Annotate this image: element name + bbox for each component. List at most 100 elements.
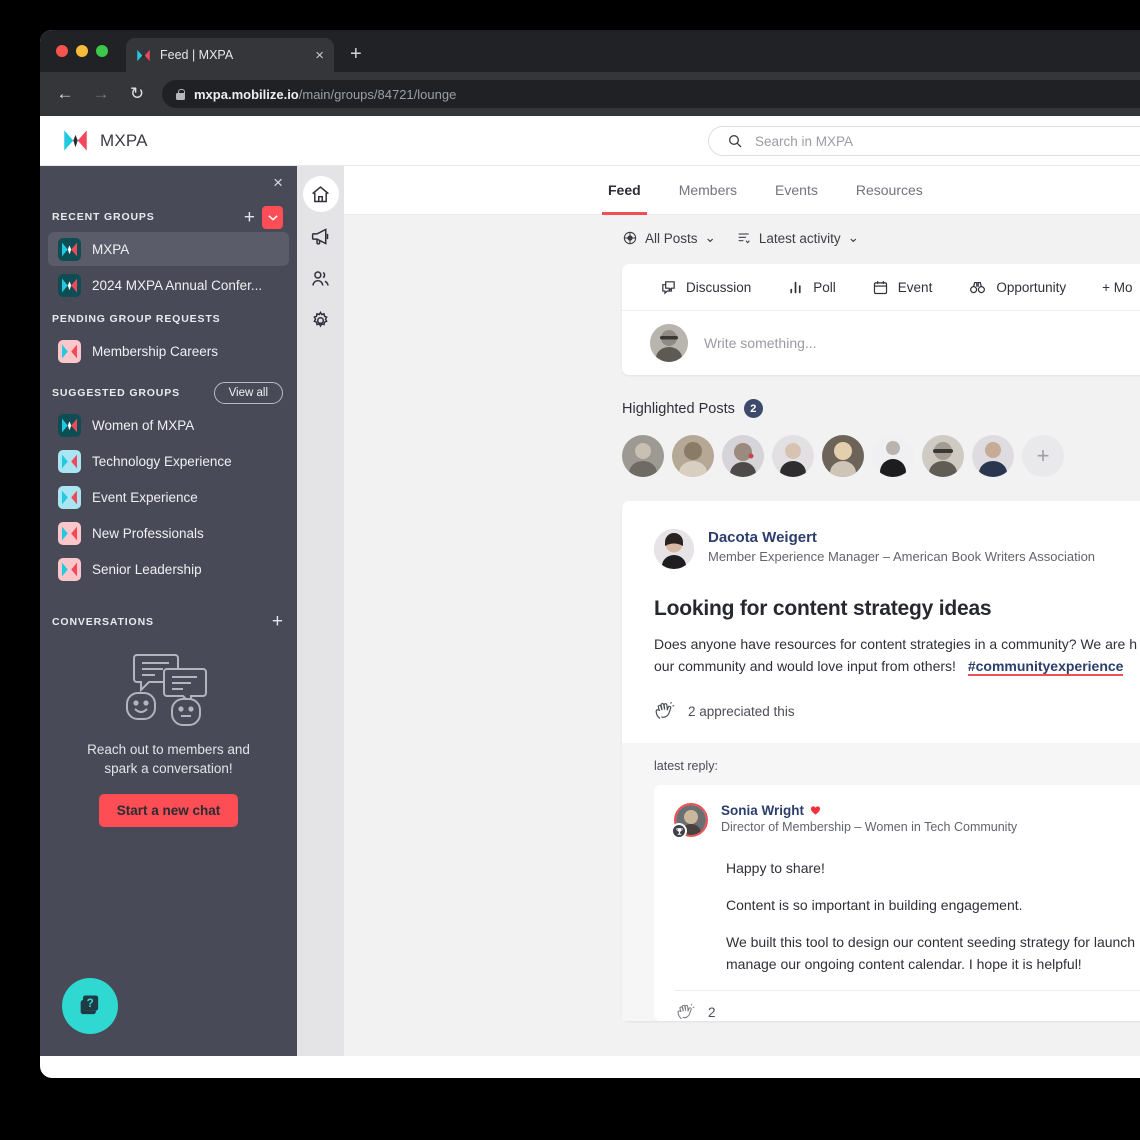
avatar[interactable] (772, 435, 814, 477)
recent-groups-dropdown-button[interactable] (262, 205, 283, 229)
close-tab-icon[interactable]: × (315, 48, 324, 63)
avatar[interactable] (872, 435, 914, 477)
highlighted-posts-count: 2 (743, 399, 763, 418)
reload-button[interactable]: ↻ (126, 84, 148, 104)
sidebar-item-event-experience[interactable]: Event Experience (48, 480, 289, 514)
calendar-icon (873, 280, 887, 294)
composer-type-label: Opportunity (996, 279, 1067, 295)
add-highlighted-post-button[interactable]: + (1022, 435, 1064, 477)
avatar[interactable] (622, 435, 664, 477)
search-box[interactable]: Search in MXPA (708, 126, 1140, 156)
help-question-icon: ? (80, 995, 99, 1015)
rail-item-announcements[interactable] (303, 218, 339, 254)
filter-latest-activity[interactable]: Latest activity ⌄ (736, 230, 859, 246)
close-sidebar-icon[interactable]: × (273, 174, 283, 191)
avatar[interactable] (972, 435, 1014, 477)
composer-type-opportunity[interactable]: Opportunity (968, 279, 1066, 296)
composer-type-event[interactable]: Event (872, 279, 932, 296)
filter-label: Latest activity (758, 230, 841, 246)
group-name: Event Experience (92, 489, 198, 505)
help-button[interactable]: ? (62, 978, 118, 1034)
add-group-button[interactable]: + (244, 208, 255, 227)
sidebar: × RECENT GROUPS + MXPA 2024 MXPA Annual … (40, 166, 297, 1056)
recent-groups-header: RECENT GROUPS + (40, 205, 297, 229)
post-author-role: Member Experience Manager – American Boo… (708, 549, 1096, 564)
tab-resources[interactable]: Resources (856, 166, 923, 215)
maximize-window-button[interactable] (96, 45, 108, 57)
rail-item-settings[interactable] (303, 302, 339, 338)
minimize-window-button[interactable] (76, 45, 88, 57)
tab-members[interactable]: Members (679, 166, 737, 215)
icon-rail (297, 166, 344, 1056)
sidebar-item-technology-experience[interactable]: Technology Experience (48, 444, 289, 478)
composer-more-button[interactable]: + Mo (1102, 280, 1132, 295)
svg-text:?: ? (87, 997, 94, 1010)
new-tab-button[interactable]: + (350, 43, 362, 66)
current-user-avatar[interactable] (650, 324, 688, 362)
suggested-groups-title: SUGGESTED GROUPS (52, 387, 180, 399)
tab-feed[interactable]: Feed (602, 166, 647, 215)
group-name: New Professionals (92, 525, 204, 541)
address-bar[interactable]: mxpa.mobilize.io/main/groups/84721/loung… (162, 80, 1140, 108)
composer-type-label: Poll (813, 279, 836, 295)
sidebar-item-mxpa[interactable]: MXPA (48, 232, 289, 266)
clap-icon (677, 1003, 695, 1020)
sidebar-item-senior-leadership[interactable]: Senior Leadership (48, 552, 289, 586)
post-author-row: Dacota Weigert Member Experience Manager… (654, 529, 1140, 569)
avatar[interactable] (822, 435, 864, 477)
pending-groups-header: PENDING GROUP REQUESTS (40, 308, 297, 330)
post-composer-card: Discussion Poll Event Opportunity + Mo W… (622, 264, 1140, 375)
composer-input-row: Write something... (622, 311, 1140, 375)
back-button[interactable]: ← (54, 84, 76, 104)
url-path: /main/groups/84721/lounge (298, 86, 457, 102)
url-domain: mxpa.mobilize.io (194, 86, 299, 102)
post-appreciated-count[interactable]: 2 appreciated this (688, 704, 795, 719)
brand-logo[interactable]: MXPA (40, 127, 340, 154)
forward-button[interactable]: → (90, 84, 112, 104)
composer-type-label: Discussion (686, 279, 752, 295)
rail-item-home[interactable] (302, 176, 339, 212)
pending-groups-title: PENDING GROUP REQUESTS (52, 313, 221, 325)
sidebar-item-2024-mxpa-annual-conference[interactable]: 2024 MXPA Annual Confer... (48, 268, 289, 302)
start-new-chat-button[interactable]: Start a new chat (98, 794, 239, 827)
post-author-name[interactable]: Dacota Weigert (708, 529, 1095, 546)
post-hashtag[interactable]: #communityexperience (967, 658, 1124, 676)
filter-all-posts[interactable]: All Posts ⌄ (622, 230, 716, 246)
sidebar-item-women-of-mxpa[interactable]: Women of MXPA (48, 408, 289, 442)
search-input[interactable]: Search in MXPA (755, 134, 853, 149)
search-icon (729, 135, 742, 148)
tab-title: Feed | MXPA (160, 48, 234, 62)
post-title: Looking for content strategy ideas (654, 597, 992, 620)
brand-name: MXPA (100, 130, 148, 150)
composer-type-discussion[interactable]: Discussion (660, 279, 751, 296)
conversations-header: CONVERSATIONS + (40, 612, 297, 631)
reply-author-avatar[interactable] (671, 803, 708, 839)
reply-appreciation-row: 2 (674, 990, 1140, 1021)
reply-author-row: Sonia Wright Director of Membership – Wo… (671, 803, 1140, 839)
group-tile-icon (58, 413, 81, 437)
new-conversation-button[interactable]: + (272, 612, 283, 631)
search-container: Search in MXPA (708, 126, 1140, 156)
avatar[interactable] (672, 435, 714, 477)
close-window-button[interactable] (56, 45, 68, 57)
mxpa-logo-icon (137, 49, 150, 61)
composer-text-input[interactable]: Write something... (704, 335, 817, 351)
sidebar-item-membership-careers[interactable]: Membership Careers (48, 334, 289, 368)
avatar[interactable] (922, 435, 964, 477)
browser-tabstrip: Feed | MXPA × + (40, 30, 1140, 72)
view-all-button[interactable]: View all (213, 382, 283, 404)
composer-type-tabs: Discussion Poll Event Opportunity + Mo (622, 264, 1140, 311)
group-name: MXPA (92, 241, 130, 257)
composer-type-poll[interactable]: Poll (787, 279, 836, 296)
browser-tab[interactable]: Feed | MXPA × (126, 38, 334, 72)
rail-item-members[interactable] (303, 260, 339, 296)
reply-appreciated-count[interactable]: 2 (708, 1005, 716, 1020)
reply-author-name[interactable]: Sonia Wright (721, 803, 1017, 818)
sidebar-item-new-professionals[interactable]: New Professionals (48, 516, 289, 550)
group-tile-icon (58, 273, 81, 297)
post-author-avatar[interactable] (654, 529, 694, 569)
composer-type-label: + Mo (1102, 279, 1133, 295)
tab-events[interactable]: Events (775, 166, 818, 215)
app-body: × RECENT GROUPS + MXPA 2024 MXPA Annual … (40, 166, 1140, 1056)
avatar[interactable] (722, 435, 764, 477)
